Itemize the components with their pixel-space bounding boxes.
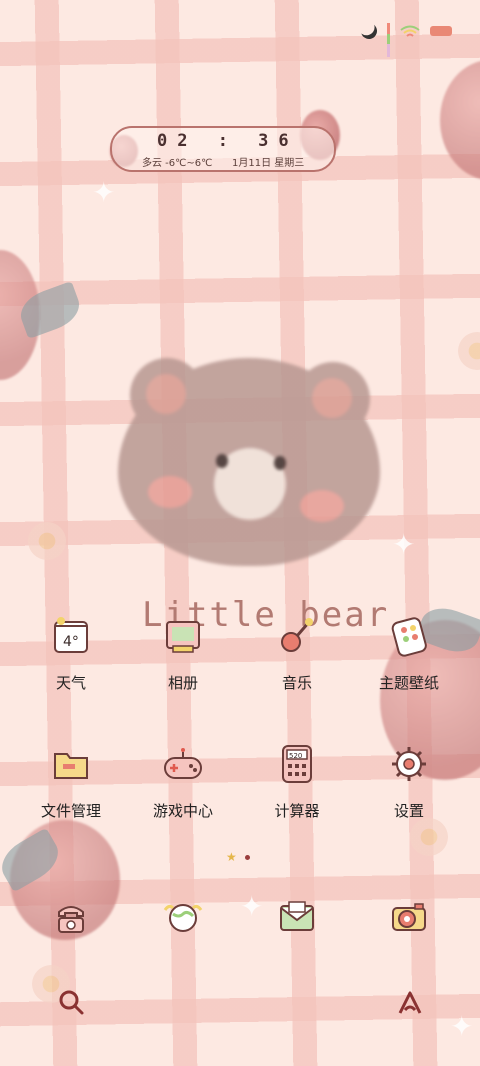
svg-text:4°: 4° xyxy=(63,634,79,650)
svg-text:520: 520 xyxy=(289,752,302,760)
app-label: 天气 xyxy=(55,674,86,692)
app-theme[interactable]: 主题壁纸 xyxy=(354,614,464,693)
app-game-center[interactable]: 游戏中心 xyxy=(128,742,238,821)
telephone-icon xyxy=(49,894,93,938)
app-calculator[interactable]: 520 计算器 xyxy=(242,742,352,821)
signal-icon xyxy=(387,23,390,57)
search-button[interactable] xyxy=(52,983,92,1023)
app-label: 音乐 xyxy=(281,674,312,692)
page-dot xyxy=(244,854,250,860)
app-label: 相册 xyxy=(167,674,198,692)
app-label: 文件管理 xyxy=(40,802,101,820)
music-icon xyxy=(275,614,319,658)
dock-camera[interactable] xyxy=(354,894,464,938)
bear-illustration xyxy=(118,358,380,566)
home-star-icon: ★ xyxy=(226,850,237,864)
page-indicator[interactable]: ★ xyxy=(226,850,250,864)
globe-icon xyxy=(161,894,205,938)
assistant-icon xyxy=(398,991,422,1014)
wifi-icon xyxy=(400,24,420,38)
app-settings[interactable]: 设置 xyxy=(354,742,464,821)
camera-icon xyxy=(387,894,431,938)
search-icon xyxy=(59,990,84,1015)
app-music[interactable]: 音乐 xyxy=(242,614,352,693)
weather-summary: 多云 -6℃~6℃ xyxy=(142,158,213,169)
app-album[interactable]: 相册 xyxy=(128,614,238,693)
app-weather[interactable]: 4° 天气 xyxy=(16,614,126,693)
app-label: 主题壁纸 xyxy=(378,674,439,692)
album-icon xyxy=(161,614,205,658)
calculator-icon: 520 xyxy=(275,742,319,786)
envelope-icon xyxy=(275,894,319,938)
folder-icon xyxy=(49,742,93,786)
gear-icon xyxy=(387,742,431,786)
dock-messages[interactable] xyxy=(242,894,352,938)
weather-calendar-icon: 4° xyxy=(49,614,93,658)
date-label: 1月11日 星期三 xyxy=(232,158,305,169)
status-bar xyxy=(358,18,452,57)
assistant-button[interactable] xyxy=(390,983,430,1023)
theme-palette-icon xyxy=(387,614,431,658)
app-label: 计算器 xyxy=(274,802,320,820)
app-label: 游戏中心 xyxy=(152,802,213,820)
app-label: 设置 xyxy=(393,802,424,820)
battery-icon xyxy=(430,26,452,36)
dock-browser[interactable] xyxy=(128,894,238,938)
clock-weather-widget[interactable]: 02 : 36 多云 -6℃~6℃ 1月11日 星期三 xyxy=(110,126,336,172)
moon-icon xyxy=(358,20,380,42)
app-files[interactable]: 文件管理 xyxy=(16,742,126,821)
clock-time: 02 : 36 xyxy=(157,131,299,151)
gamepad-icon xyxy=(161,742,205,786)
dock-phone[interactable] xyxy=(16,894,126,938)
